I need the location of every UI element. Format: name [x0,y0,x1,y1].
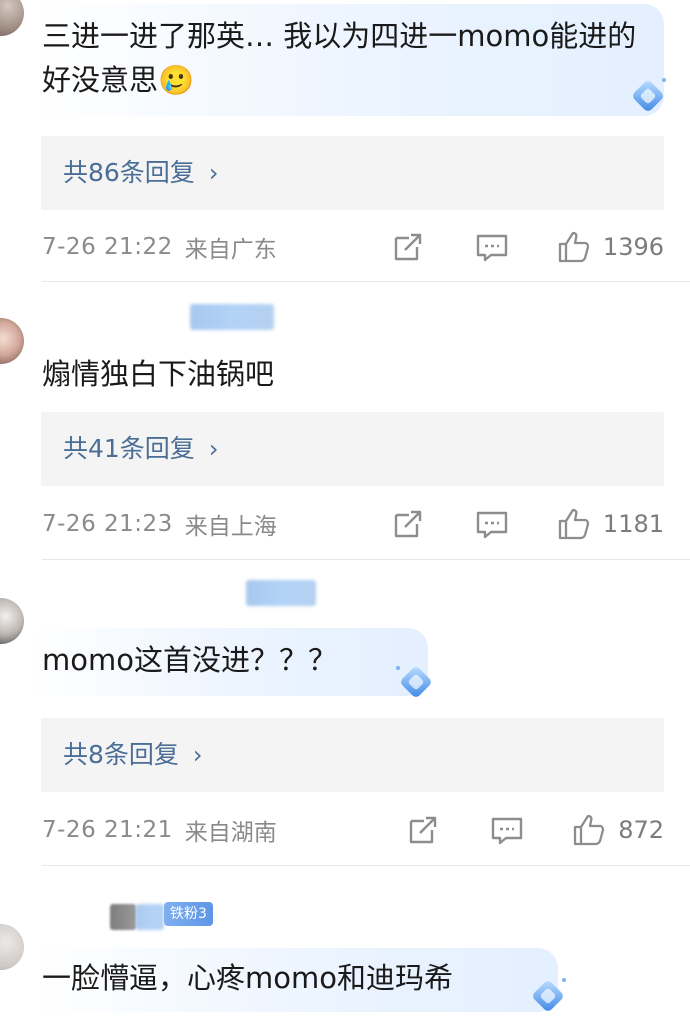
comment-location: 来自广东 [184,237,277,263]
comment-icon[interactable] [490,813,524,847]
username-redacted[interactable] [110,904,136,930]
thumbs-up-icon [574,814,605,846]
comment-item: momo这首没进？？？ 共8条回复 › 7-26 21:21 来自湖南 872 [0,560,690,866]
like-count: 1396 [602,233,664,261]
view-replies-link[interactable]: 共41条回复 › [63,412,218,486]
comment-time: 7-26 21:23 [42,511,173,537]
like-button[interactable]: 872 [572,813,664,847]
view-replies-link[interactable]: 共8条回复 › [63,718,203,792]
thumbs-up-icon [558,508,590,540]
diamond-decoration-icon [533,978,566,1011]
comment-location: 来自湖南 [184,820,277,846]
like-count: 1181 [602,510,664,538]
diamond-decoration-icon [633,78,666,111]
comment-item: 铁粉3 一脸懵逼，心疼momo和迪玛希 [0,866,690,1020]
reply-count-label: 共41条回复 [63,434,195,463]
share-icon[interactable] [391,507,425,541]
comment-item: 三进一进了那英… 我以为四进一momo能进的 好没意思🥲 共86条回复 › 7-… [0,0,690,282]
thumbs-up-icon [558,231,590,263]
reply-count-label: 共86条回复 [63,158,195,187]
like-button[interactable]: 1396 [557,230,664,264]
comment-meta: 7-26 21:23 来自上海 1181 [42,504,664,544]
comment-location: 来自上海 [184,514,277,540]
comment-item: 煽情独白下油锅吧 共41条回复 › 7-26 21:23 来自上海 1181 [0,282,690,560]
view-replies-link[interactable]: 共86条回复 › [63,136,218,210]
comment-text: momo这首没进？？？ [42,643,337,677]
reply-summary[interactable]: 共8条回复 › [41,718,664,792]
share-icon[interactable] [406,813,440,847]
comment-text: 煽情独白下油锅吧 [42,357,275,391]
comment-time: 7-26 21:21 [42,817,173,843]
fan-badge[interactable]: 铁粉3 [164,902,213,926]
comment-time: 7-26 21:22 [42,234,173,260]
username-redacted[interactable] [136,904,164,930]
chevron-right-icon: › [208,435,219,463]
username-redacted[interactable] [246,580,316,606]
diamond-decoration-icon [396,666,431,697]
reply-summary[interactable]: 共86条回复 › [41,136,664,210]
comment-icon[interactable] [475,507,509,541]
reply-count-label: 共8条回复 [63,740,179,769]
comment-meta: 7-26 21:22 来自广东 1396 [42,227,664,267]
avatar[interactable] [0,924,24,970]
like-count: 872 [618,816,664,844]
comment-actions: 872 [406,813,664,847]
comment-list: 三进一进了那英… 我以为四进一momo能进的 好没意思🥲 共86条回复 › 7-… [0,0,690,1020]
like-button[interactable]: 1181 [557,507,664,541]
username-redacted[interactable] [190,304,274,330]
comment-text: 三进一进了那英… 我以为四进一momo能进的 好没意思🥲 [42,19,646,97]
reply-summary[interactable]: 共41条回复 › [41,412,664,486]
avatar[interactable] [0,318,24,364]
chevron-right-icon: › [192,741,203,769]
avatar[interactable] [0,0,24,36]
comment-meta: 7-26 21:21 来自湖南 872 [42,810,664,850]
share-icon[interactable] [391,230,425,264]
comment-actions: 1181 [391,507,664,541]
comment-icon[interactable] [475,230,509,264]
chevron-right-icon: › [208,159,219,187]
avatar[interactable] [0,598,24,644]
comment-actions: 1396 [391,230,664,264]
